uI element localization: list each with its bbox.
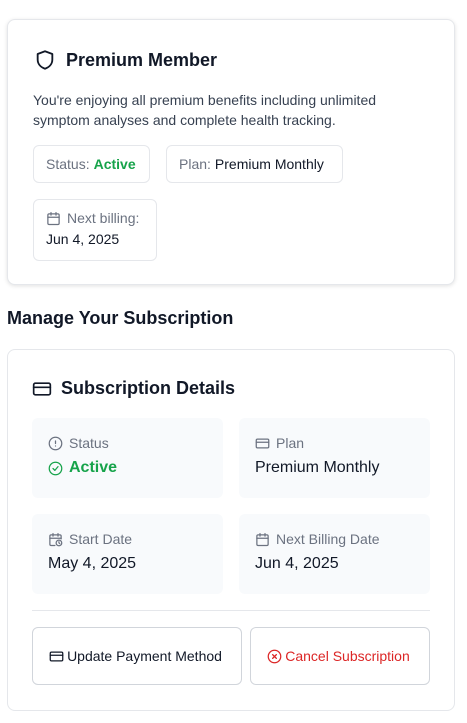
subscription-details-header: Subscription Details (32, 378, 235, 399)
next-billing-date-label: Next Billing Date (276, 531, 380, 547)
start-date-tile: Start Date May 4, 2025 (32, 514, 223, 594)
plan-badge: Plan: Premium Monthly (166, 145, 343, 183)
shield-icon (34, 49, 56, 71)
divider (32, 610, 430, 611)
status-label: Status: (46, 156, 90, 172)
start-date-value: May 4, 2025 (48, 555, 137, 572)
subscription-details-title: Subscription Details (61, 378, 236, 398)
next-billing-badge: Next billing: Jun 4, 2025 (33, 199, 157, 261)
update-payment-method-button[interactable]: Update Payment Method (32, 627, 242, 685)
status-value: Active (93, 156, 136, 172)
next-billing-date-value: Jun 4, 2025 (255, 555, 339, 572)
status-tile-value: Active (69, 459, 118, 476)
subscription-details-card: Subscription Details Status Active Plan … (7, 349, 455, 711)
credit-card-icon (255, 436, 270, 451)
next-billing-value: Jun 4, 2025 (46, 231, 120, 247)
status-badge: Status: Active (33, 145, 150, 183)
cancel-subscription-label: Cancel Subscription (285, 648, 410, 664)
x-circle-icon (267, 649, 282, 664)
next-billing-date-tile: Next Billing Date Jun 4, 2025 (239, 514, 430, 594)
alert-circle-icon (48, 436, 63, 451)
plan-tile-label: Plan (276, 435, 305, 451)
cancel-subscription-button[interactable]: Cancel Subscription (250, 627, 430, 685)
plan-label: Plan: (179, 156, 211, 172)
plan-tile: Plan Premium Monthly (239, 418, 430, 498)
calendar-icon (255, 532, 270, 547)
credit-card-icon (32, 379, 52, 399)
status-tile-label: Status (69, 435, 109, 451)
credit-card-icon (49, 649, 64, 664)
calendar-clock-icon (48, 532, 63, 547)
plan-tile-value: Premium Monthly (255, 459, 380, 476)
next-billing-label: Next billing: (67, 210, 140, 226)
status-tile: Status Active (32, 418, 223, 498)
premium-member-card: Premium Member You're enjoying all premi… (7, 19, 455, 285)
start-date-label: Start Date (69, 531, 133, 547)
update-payment-method-label: Update Payment Method (67, 648, 222, 664)
premium-title: Premium Member (66, 49, 218, 70)
premium-header: Premium Member (34, 49, 217, 71)
plan-value: Premium Monthly (214, 156, 324, 172)
premium-description: You're enjoying all premium benefits inc… (33, 92, 377, 128)
calendar-icon (46, 211, 61, 226)
manage-subscription-heading: Manage Your Subscription (7, 308, 234, 328)
check-circle-icon (48, 461, 63, 476)
